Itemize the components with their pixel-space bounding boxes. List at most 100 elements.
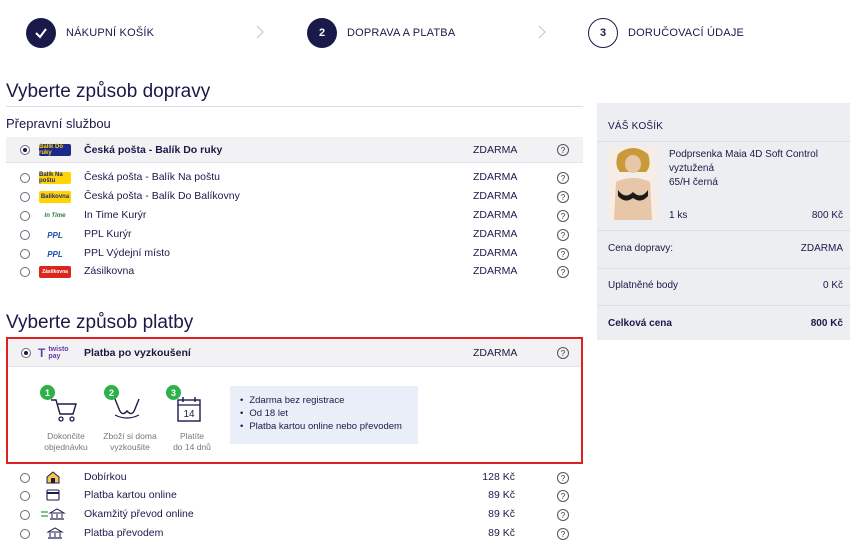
payment-option-bank-transfer[interactable]: Platba převodem 89 Kč ? <box>6 524 583 543</box>
shipping-subheading: Přepravní službou <box>6 116 111 131</box>
payment-option-price: 89 Kč <box>488 527 515 539</box>
payment-option-instant-transfer[interactable]: Okamžitý převod online 89 Kč ? <box>6 505 583 524</box>
shipping-option-zasilkovna[interactable]: Zásilkovna Zásilkovna ZDARMA ? <box>6 262 583 281</box>
shipping-option-label: In Time Kurýr <box>84 209 147 221</box>
help-icon[interactable]: ? <box>557 490 569 502</box>
payment-option-label: Platba převodem <box>84 527 164 539</box>
payment-option-twisto-highlighted[interactable]: T twisto pay Platba po vyzkoušení ZDARMA… <box>6 337 583 464</box>
calendar-icon: 14 <box>177 397 201 422</box>
step-number: 2 <box>307 18 337 48</box>
shipping-option-in-time[interactable]: In Time In Time Kurýr ZDARMA ? <box>6 206 583 225</box>
radio-button[interactable] <box>20 529 30 539</box>
zasilkovna-logo: Zásilkovna <box>39 266 71 278</box>
payment-option-dobirka[interactable]: Dobírkou 128 Kč ? <box>6 468 583 487</box>
shipping-option-ppl-vydejni-misto[interactable]: PPL PPL Výdejní místo ZDARMA ? <box>6 244 583 263</box>
divider <box>597 230 850 231</box>
radio-button[interactable] <box>20 230 30 240</box>
cart-title: VÁŠ KOŠÍK <box>608 121 664 132</box>
step-number: 2 <box>104 385 119 400</box>
product-qty-price-row: 1 ks 800 Kč <box>608 210 843 221</box>
row-label: Celková cena <box>608 318 672 329</box>
radio-button[interactable] <box>20 211 30 221</box>
row-label: Cena dopravy: <box>608 243 674 254</box>
payment-option-price: ZDARMA <box>473 347 518 359</box>
help-icon[interactable]: ? <box>557 191 569 203</box>
payment-option-label: Okamžitý převod online <box>84 508 194 520</box>
ceska-posta-logo: Balík Na poštu <box>39 172 71 184</box>
shipping-option-price: ZDARMA <box>473 190 518 202</box>
shipping-cost-row: Cena dopravy: ZDARMA <box>608 243 843 254</box>
bank-transfer-icon <box>41 508 66 520</box>
divider <box>6 106 583 107</box>
in-time-logo: In Time <box>44 213 66 219</box>
shipping-option-price: ZDARMA <box>473 247 518 259</box>
cart-icon <box>51 399 77 422</box>
radio-button[interactable] <box>20 473 30 483</box>
shipping-option-label: Česká pošta - Balík Do ruky <box>84 144 223 156</box>
radio-button[interactable] <box>20 491 30 501</box>
shipping-option-label: PPL Kurýr <box>84 228 132 240</box>
help-icon[interactable]: ? <box>557 144 569 156</box>
radio-button[interactable] <box>20 173 30 183</box>
radio-button[interactable] <box>21 348 31 358</box>
help-icon[interactable]: ? <box>557 210 569 222</box>
step-label: DORUČOVACÍ ÚDAJE <box>628 27 745 39</box>
shipping-option-balik-do-ruky[interactable]: Balík Do ruky Česká pošta - Balík Do ruk… <box>6 137 583 163</box>
svg-text:14: 14 <box>183 409 195 420</box>
radio-button[interactable] <box>20 192 30 202</box>
benefit-item: Platba kartou online nebo převodem <box>240 420 408 433</box>
balikovna-logo: Balíkovna <box>39 191 71 203</box>
radio-button[interactable] <box>20 510 30 520</box>
twisto-logo: T twisto pay <box>38 346 69 360</box>
payment-option-label: Platba kartou online <box>84 489 177 501</box>
payment-option-price: 89 Kč <box>488 489 515 501</box>
help-icon[interactable]: ? <box>557 172 569 184</box>
step-cart[interactable]: NÁKUPNÍ KOŠÍK <box>26 17 154 49</box>
step-number: 3 <box>588 18 618 48</box>
help-icon[interactable]: ? <box>557 347 569 359</box>
check-icon <box>26 18 56 48</box>
chevron-right-icon <box>538 25 546 39</box>
step-label: DOPRAVA A PLATBA <box>347 27 456 39</box>
help-icon[interactable]: ? <box>557 266 569 278</box>
product-quantity: 1 ks <box>669 210 688 221</box>
product-name[interactable]: Podprsenka Maia 4D Soft Control vyztužen… <box>669 148 839 190</box>
shipping-option-label: Zásilkovna <box>84 265 135 277</box>
chevron-right-icon <box>256 25 264 39</box>
radio-button[interactable] <box>20 267 30 277</box>
step-label: NÁKUPNÍ KOŠÍK <box>66 27 155 39</box>
bank-icon <box>46 527 64 539</box>
product-image <box>608 146 658 220</box>
radio-button[interactable] <box>20 145 30 155</box>
payment-option-label: Platba po vyzkoušení <box>84 347 191 359</box>
row-value: 800 Kč <box>810 318 843 329</box>
divider <box>597 141 850 142</box>
shipping-option-price: ZDARMA <box>473 171 518 183</box>
help-icon[interactable]: ? <box>557 528 569 540</box>
row-value: ZDARMA <box>800 243 843 254</box>
points-row: Uplatněné body 0 Kč <box>608 280 843 291</box>
payment-option-card-online[interactable]: Platba kartou online 89 Kč ? <box>6 486 583 505</box>
shipping-option-ppl-kuryr[interactable]: PPL PPL Kurýr ZDARMA ? <box>6 225 583 244</box>
product-variant: 65/H černá <box>669 177 718 188</box>
step-number: 3 <box>166 385 181 400</box>
help-icon[interactable]: ? <box>557 248 569 260</box>
benefit-item: Od 18 let <box>240 407 408 420</box>
shipping-option-balik-na-postu[interactable]: Balík Na poštu Česká pošta - Balík Na po… <box>6 168 583 187</box>
help-icon[interactable]: ? <box>557 472 569 484</box>
shipping-option-label: PPL Výdejní místo <box>84 247 170 259</box>
ppl-logo: PPL <box>47 249 63 259</box>
step-number: 1 <box>40 385 55 400</box>
ceska-posta-logo: Balík Do ruky <box>39 144 71 156</box>
payment-option-header[interactable]: T twisto pay Platba po vyzkoušení ZDARMA… <box>8 339 581 367</box>
checkout-stepper: NÁKUPNÍ KOŠÍK 2 DOPRAVA A PLATBA 3 DORUČ… <box>0 0 850 66</box>
twisto-benefits: Zdarma bez registrace Od 18 let Platba k… <box>230 386 418 444</box>
help-icon[interactable]: ? <box>557 229 569 241</box>
radio-button[interactable] <box>20 249 30 259</box>
help-icon[interactable]: ? <box>557 509 569 521</box>
step-caption: Platíte do 14 dnů <box>173 431 211 452</box>
shipping-option-balikovna[interactable]: Balíkovna Česká pošta - Balík Do Balíkov… <box>6 187 583 206</box>
total-row: Celková cena 800 Kč <box>608 318 843 329</box>
payment-heading: Vyberte způsob platby <box>6 312 194 333</box>
payment-option-price: 128 Kč <box>482 471 515 483</box>
